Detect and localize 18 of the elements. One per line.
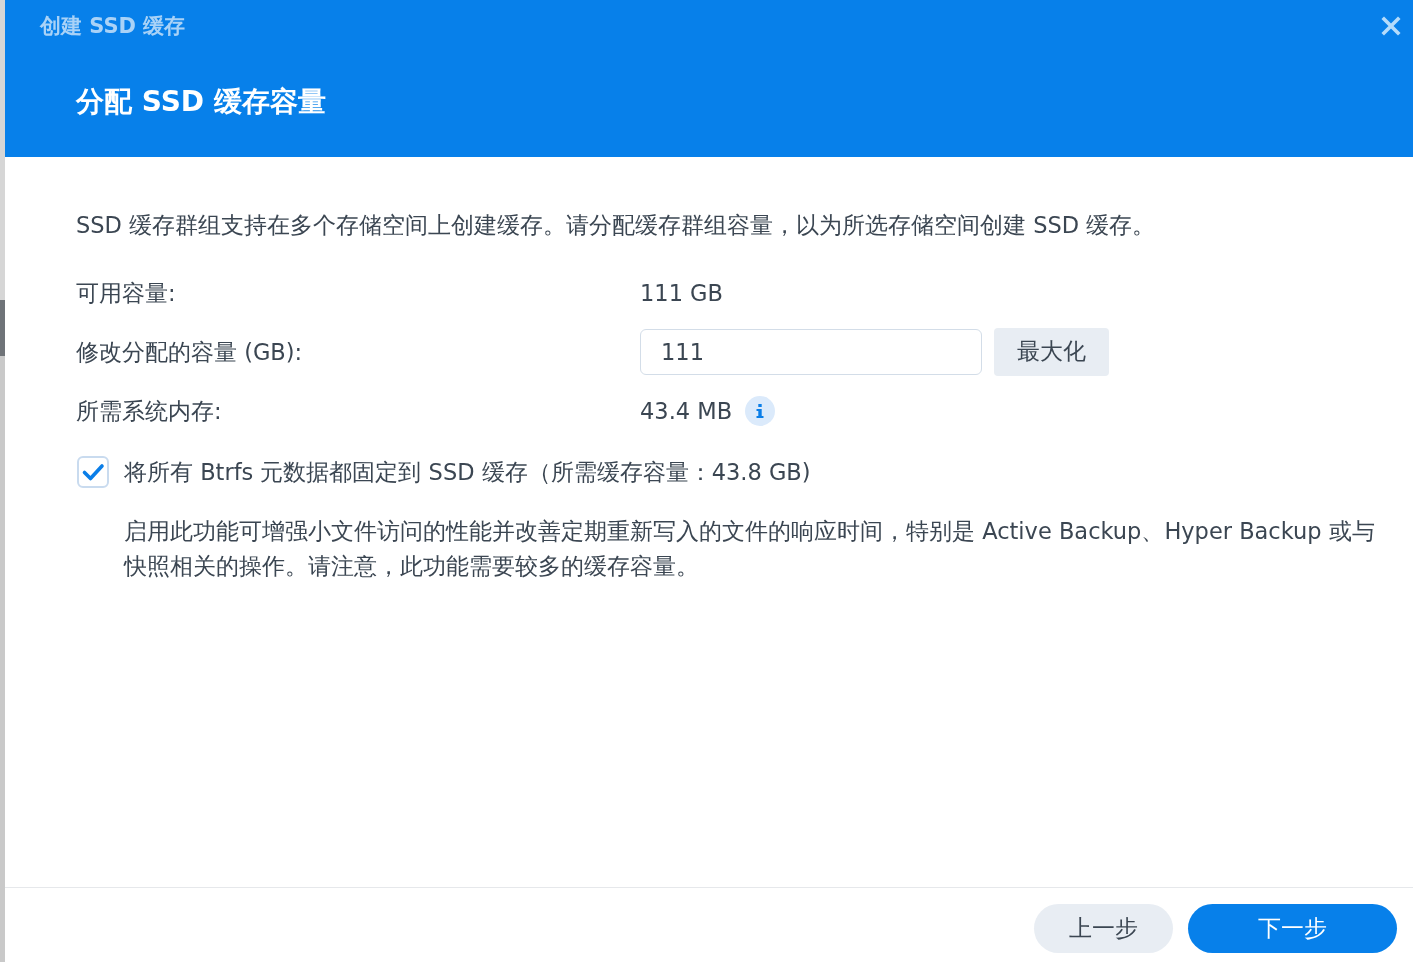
checkbox-label: 将所有 Btrfs 元数据都固定到 SSD 缓存（所需缓存容量：43.8 GB) — [124, 458, 811, 487]
note-text: 启用此功能可增强小文件访问的性能并改善定期重新写入的文件的响应时间，特别是 Active Backup、Hyper Backup 或与快照相关的操作。请注意，此功能需要较多的缓存容量。 — [124, 517, 1376, 581]
field-label: 可用容量: — [76, 278, 176, 308]
field-value: 111 GB — [640, 278, 723, 308]
description-text: SSD 缓存群组支持在多个存储空间上创建缓存。请分配缓存群组容量，以为所选存储空间创建 SSD 缓存。 — [76, 211, 1156, 240]
checkbox[interactable] — [77, 456, 109, 488]
window-title: 创建 SSD 缓存 — [40, 13, 186, 40]
field-value: 43.4 MB — [640, 396, 733, 426]
close-button[interactable] — [1381, 16, 1401, 36]
dialog-heading: 分配 SSD 缓存容量 — [76, 85, 326, 119]
field-label: 所需系统内存: — [76, 396, 222, 426]
next-button[interactable]: 下一步 — [1188, 904, 1397, 953]
back-button[interactable]: 上一步 — [1034, 904, 1173, 953]
info-icon[interactable] — [745, 395, 776, 426]
capacity-input[interactable]: 111 — [640, 328, 982, 375]
close-icon — [1381, 16, 1401, 36]
maximize-button[interactable]: 最大化 — [994, 327, 1109, 376]
field-label: 修改分配的容量 (GB): — [76, 337, 303, 367]
